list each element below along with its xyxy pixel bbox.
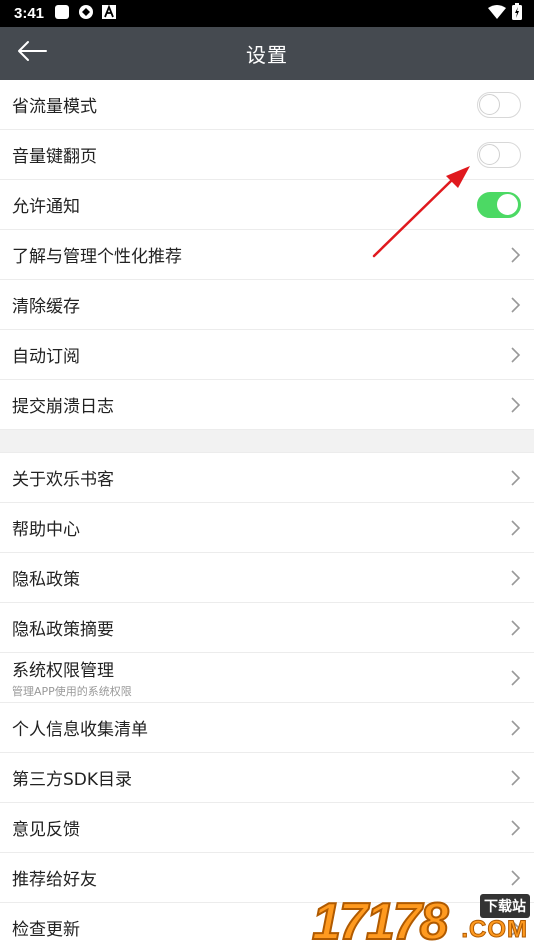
setting-about[interactable]: 关于欢乐书客 xyxy=(0,453,534,503)
watermark-number: 17178 xyxy=(311,892,450,950)
chevron-right-icon xyxy=(511,669,521,686)
app-shield-icon xyxy=(78,4,94,24)
chevron-right-icon xyxy=(511,519,521,536)
app-bar: 设置 xyxy=(0,27,534,80)
setting-label: 提交崩溃日志 xyxy=(12,397,114,417)
watermark-domain: .COM xyxy=(461,916,528,944)
setting-label: 隐私政策 xyxy=(12,570,80,590)
chevron-right-icon xyxy=(511,569,521,586)
setting-auto-subscribe[interactable]: 自动订阅 xyxy=(0,330,534,380)
setting-label: 关于欢乐书客 xyxy=(12,470,114,490)
setting-label: 帮助中心 xyxy=(12,520,80,540)
setting-help-center[interactable]: 帮助中心 xyxy=(0,503,534,553)
setting-volume-key-page[interactable]: 音量键翻页 xyxy=(0,130,534,180)
setting-label: 了解与管理个性化推荐 xyxy=(12,247,182,267)
chevron-right-icon xyxy=(511,619,521,636)
allow-notifications-toggle[interactable] xyxy=(477,191,521,218)
setting-label: 第三方SDK目录 xyxy=(12,770,133,790)
setting-privacy-summary[interactable]: 隐私政策摘要 xyxy=(0,603,534,653)
setting-label: 自动订阅 xyxy=(12,347,80,367)
toggle-knob xyxy=(479,93,500,115)
setting-data-saver[interactable]: 省流量模式 xyxy=(0,80,534,130)
setting-submit-crash-log[interactable]: 提交崩溃日志 xyxy=(0,380,534,430)
volume-key-page-toggle[interactable] xyxy=(477,141,521,168)
setting-label: 系统权限管理 xyxy=(12,661,114,681)
setting-label: 音量键翻页 xyxy=(12,147,97,167)
setting-label: 意见反馈 xyxy=(12,820,80,840)
back-button[interactable] xyxy=(12,37,52,69)
setting-system-permissions[interactable]: 系统权限管理 管理APP使用的系统权限 xyxy=(0,653,534,703)
chevron-right-icon xyxy=(511,719,521,736)
setting-label: 检查更新 xyxy=(12,920,80,940)
watermark-badge: 下载站 xyxy=(480,894,530,918)
back-arrow-icon xyxy=(16,40,48,66)
chevron-right-icon xyxy=(511,246,521,263)
data-saver-toggle[interactable] xyxy=(477,91,521,118)
setting-feedback[interactable]: 意见反馈 xyxy=(0,803,534,853)
chevron-right-icon xyxy=(511,469,521,486)
status-right xyxy=(488,3,522,24)
wifi-icon xyxy=(488,4,506,23)
settings-list: 省流量模式 音量键翻页 允许通知 了解与管理个性化推荐 清除缓存 自动订阅 提交… xyxy=(0,80,534,950)
setting-label: 推荐给好友 xyxy=(12,870,97,890)
chevron-right-icon xyxy=(511,819,521,836)
setting-clear-cache[interactable]: 清除缓存 xyxy=(0,280,534,330)
notification-a-icon xyxy=(102,4,117,23)
status-bar: 3:41 xyxy=(0,0,534,27)
setting-privacy-policy[interactable]: 隐私政策 xyxy=(0,553,534,603)
toggle-knob xyxy=(479,143,500,165)
setting-label: 个人信息收集清单 xyxy=(12,720,148,740)
chevron-right-icon xyxy=(511,396,521,413)
setting-label: 允许通知 xyxy=(12,197,80,217)
setting-allow-notifications[interactable]: 允许通知 xyxy=(0,180,534,230)
battery-icon xyxy=(512,3,522,24)
setting-label: 清除缓存 xyxy=(12,297,80,317)
app-square-icon xyxy=(54,4,70,24)
status-time: 3:41 xyxy=(14,5,45,22)
chevron-right-icon xyxy=(511,346,521,363)
watermark-logo: 17178 下载站 .COM xyxy=(308,890,534,950)
section-divider xyxy=(0,430,534,453)
chevron-right-icon xyxy=(511,869,521,886)
setting-label: 省流量模式 xyxy=(12,97,97,117)
setting-personal-info-list[interactable]: 个人信息收集清单 xyxy=(0,703,534,753)
toggle-knob xyxy=(497,193,518,215)
setting-label: 隐私政策摘要 xyxy=(12,620,114,640)
setting-sublabel: 管理APP使用的系统权限 xyxy=(12,685,132,698)
page-title: 设置 xyxy=(246,43,288,67)
setting-third-party-sdk[interactable]: 第三方SDK目录 xyxy=(0,753,534,803)
chevron-right-icon xyxy=(511,296,521,313)
chevron-right-icon xyxy=(511,769,521,786)
setting-personalized-recommendation[interactable]: 了解与管理个性化推荐 xyxy=(0,230,534,280)
